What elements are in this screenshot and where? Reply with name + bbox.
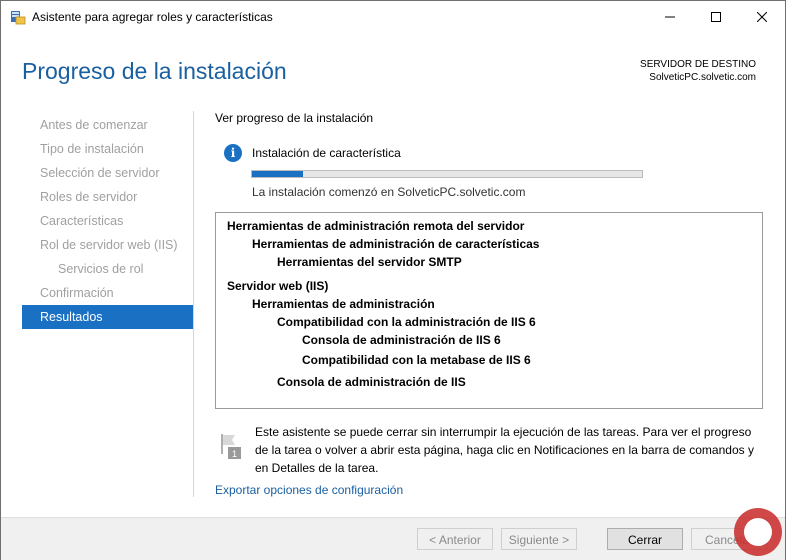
progress-bar bbox=[251, 170, 643, 178]
page-title: Progreso de la instalación bbox=[22, 58, 287, 84]
info-icon: i bbox=[224, 144, 242, 162]
notification-flag-icon: 1 bbox=[221, 434, 241, 459]
results-list: Herramientas de administración remota de… bbox=[215, 212, 763, 409]
close-icon bbox=[757, 11, 767, 22]
result-item: Consola de administración de IIS bbox=[277, 375, 466, 389]
result-item: Compatibilidad con la metabase de IIS 6 bbox=[302, 353, 531, 367]
footer-bar: < Anterior Siguiente > Cerrar Cancelar bbox=[1, 517, 785, 560]
result-item: Herramientas de administración remota de… bbox=[227, 219, 525, 233]
result-item: Herramientas del servidor SMTP bbox=[277, 255, 462, 269]
result-item: Consola de administración de IIS 6 bbox=[302, 333, 501, 347]
section-title: Ver progreso de la instalación bbox=[215, 111, 374, 125]
nav-item-antes-de-comenzar: Antes de comenzar bbox=[40, 118, 148, 132]
wizard-nav: Antes de comenzar Tipo de instalación Se… bbox=[22, 113, 193, 329]
result-item: Herramientas de administración de caract… bbox=[252, 237, 540, 251]
minimize-icon bbox=[665, 16, 675, 17]
nav-item-caracteristicas: Características bbox=[40, 214, 124, 228]
result-item: Compatibilidad con la administración de … bbox=[277, 315, 536, 329]
title-bar: Asistente para agregar roles y caracterí… bbox=[1, 1, 785, 32]
maximize-button[interactable] bbox=[693, 1, 739, 32]
status-subtitle: La instalación comenzó en SolveticPC.sol… bbox=[252, 185, 526, 199]
minimize-button[interactable] bbox=[647, 1, 693, 32]
nav-item-rol-servidor-web: Rol de servidor web (IIS) bbox=[40, 238, 178, 252]
nav-item-confirmacion: Confirmación bbox=[40, 286, 114, 300]
destination-server-name: SolveticPC.solvetic.com bbox=[649, 72, 756, 83]
nav-item-servicios-de-rol: Servicios de rol bbox=[58, 262, 144, 276]
nav-item-tipo-de-instalacion: Tipo de instalación bbox=[40, 142, 144, 156]
server-manager-icon bbox=[11, 11, 26, 25]
nav-divider bbox=[193, 111, 194, 497]
destination-label: SERVIDOR DE DESTINO bbox=[640, 59, 756, 70]
export-config-link[interactable]: Exportar opciones de configuración bbox=[215, 483, 403, 497]
progress-fill bbox=[252, 171, 303, 177]
info-note: Este asistente se puede cerrar sin inter… bbox=[255, 425, 754, 475]
status-title: Instalación de característica bbox=[252, 146, 401, 160]
maximize-icon bbox=[711, 11, 721, 22]
close-window-button[interactable] bbox=[739, 1, 785, 32]
nav-item-seleccion-de-servidor: Selección de servidor bbox=[40, 166, 160, 180]
result-item: Servidor web (IIS) bbox=[227, 279, 329, 293]
wizard-window: Asistente para agregar roles y caracterí… bbox=[0, 0, 786, 560]
svg-text:1: 1 bbox=[232, 449, 237, 459]
window-title: Asistente para agregar roles y caracterí… bbox=[32, 10, 273, 24]
close-button[interactable]: Cerrar bbox=[607, 528, 683, 550]
next-button[interactable]: Siguiente > bbox=[501, 528, 577, 550]
watermark-logo bbox=[734, 508, 782, 556]
destination-server: SERVIDOR DE DESTINO SolveticPC.solvetic.… bbox=[640, 58, 756, 84]
nav-item-roles-de-servidor: Roles de servidor bbox=[40, 190, 138, 204]
result-item: Herramientas de administración bbox=[252, 297, 435, 311]
back-button[interactable]: < Anterior bbox=[417, 528, 493, 550]
nav-item-resultados[interactable]: Resultados bbox=[22, 305, 193, 329]
